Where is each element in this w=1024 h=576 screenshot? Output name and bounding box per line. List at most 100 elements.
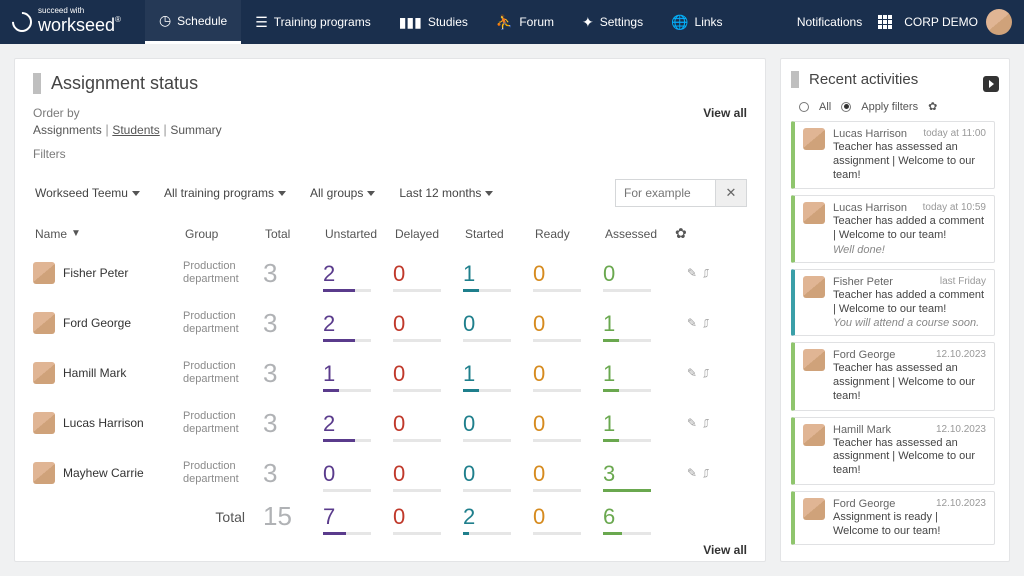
activity-message: Teacher has assessed an assignment | Wel… xyxy=(833,437,986,478)
orderby-students[interactable]: Students xyxy=(112,123,159,137)
row-actions[interactable]: ✎⎎ xyxy=(673,266,723,281)
col-group[interactable]: Group xyxy=(183,217,263,247)
brand-logo[interactable]: succeed with workseed® xyxy=(12,8,121,35)
nav-studies[interactable]: ▮▮▮Studies xyxy=(385,0,482,44)
stat-cell: 0 xyxy=(603,255,673,292)
total-label: Total xyxy=(183,509,263,525)
list-icon: ☰ xyxy=(255,14,268,31)
row-actions[interactable]: ✎⎎ xyxy=(673,416,723,431)
filter-period[interactable]: Last 12 months xyxy=(397,182,495,204)
table-row-name[interactable]: Fisher Peter xyxy=(33,248,183,298)
filter-apply-label: Apply filters xyxy=(861,101,918,113)
nav-links-label: Links xyxy=(695,15,723,29)
stat-cell: 3 xyxy=(603,455,673,492)
filter-owner[interactable]: Workseed Teemu xyxy=(33,182,142,204)
activity-message: Teacher has assessed an assignment | Wel… xyxy=(833,362,986,403)
nav-training-label: Training programs xyxy=(274,15,371,29)
activity-user: Lucas Harrison xyxy=(833,202,907,214)
search-input[interactable] xyxy=(615,179,715,207)
activity-item[interactable]: Hamill Mark12.10.2023 Teacher has assess… xyxy=(791,417,995,485)
user-menu[interactable]: CORP DEMO xyxy=(904,9,1012,35)
activity-avatar xyxy=(803,349,825,371)
activity-avatar xyxy=(803,128,825,150)
nav-training[interactable]: ☰ Training programs xyxy=(241,0,385,44)
activity-item[interactable]: Lucas Harrisontoday at 10:59 Teacher has… xyxy=(791,195,995,263)
globe-icon: 🌐 xyxy=(671,14,688,31)
activity-user: Hamill Mark xyxy=(833,424,891,436)
col-assessed[interactable]: Assessed xyxy=(603,217,673,247)
student-avatar xyxy=(33,312,55,334)
orderby-assignments[interactable]: Assignments xyxy=(33,123,102,137)
view-all-bottom[interactable]: View all xyxy=(33,543,747,557)
nav-schedule-label: Schedule xyxy=(177,14,227,28)
stat-cell: 2 xyxy=(463,498,533,535)
col-delayed[interactable]: Delayed xyxy=(393,217,463,247)
activity-item[interactable]: Ford George12.10.2023 Assignment is read… xyxy=(791,491,995,546)
expand-icon[interactable] xyxy=(983,76,999,92)
activity-message: Teacher has added a comment | Welcome to… xyxy=(833,215,986,243)
edit-icon: ✎ xyxy=(687,416,697,431)
notifications-button[interactable]: Notifications xyxy=(781,15,878,29)
clock-icon: ◷ xyxy=(159,12,171,29)
orderby-summary[interactable]: Summary xyxy=(170,123,221,137)
gear-icon[interactable]: ✿ xyxy=(928,100,937,113)
student-group: Productiondepartment xyxy=(183,310,263,336)
edit-icon: ✎ xyxy=(687,466,697,481)
search-clear-button[interactable]: ✕ xyxy=(715,179,747,207)
row-actions[interactable]: ✎⎎ xyxy=(673,366,723,381)
nav-settings[interactable]: ✦Settings xyxy=(568,0,657,44)
view-all-top[interactable]: View all xyxy=(703,106,747,120)
sort-arrow-down-icon: ▼ xyxy=(71,228,81,239)
brand-name: workseed xyxy=(38,15,115,35)
activity-user: Ford George xyxy=(833,349,895,361)
stat-cell: 1 xyxy=(603,305,673,342)
stat-cell: 1 xyxy=(463,255,533,292)
student-group: Productiondepartment xyxy=(183,360,263,386)
activity-user: Lucas Harrison xyxy=(833,128,907,140)
stat-cell: 0 xyxy=(393,255,463,292)
bars-icon: ▮▮▮ xyxy=(399,14,422,31)
filter-programs[interactable]: All training programs xyxy=(162,182,288,204)
table-row-name[interactable]: Mayhew Carrie xyxy=(33,448,183,498)
panel-title: Assignment status xyxy=(33,73,747,94)
recent-activities-panel: Recent activities All Apply filters ✿ Lu… xyxy=(780,58,1010,562)
nav-links[interactable]: 🌐 Links xyxy=(657,0,736,44)
activity-item[interactable]: Fisher Peterlast Friday Teacher has adde… xyxy=(791,269,995,337)
table-settings-button[interactable]: ✿ xyxy=(673,215,723,248)
gear-icon: ✿ xyxy=(675,225,687,242)
filter-all-radio[interactable] xyxy=(799,102,809,112)
user-name: CORP DEMO xyxy=(904,15,978,29)
stat-cell: 2 xyxy=(323,305,393,342)
table-row-name[interactable]: Hamill Mark xyxy=(33,348,183,398)
filter-groups[interactable]: All groups xyxy=(308,182,377,204)
nav-forum[interactable]: ⛹Forum xyxy=(482,0,568,44)
stat-cell: 0 xyxy=(463,305,533,342)
student-name: Mayhew Carrie xyxy=(63,466,144,480)
activity-item[interactable]: Ford George12.10.2023 Teacher has assess… xyxy=(791,342,995,410)
row-actions[interactable]: ✎⎎ xyxy=(673,316,723,331)
stat-cell: 0 xyxy=(533,355,603,392)
edit-icon: ✎ xyxy=(687,266,697,281)
stat-cell: 0 xyxy=(393,305,463,342)
stat-cell: 0 xyxy=(533,498,603,535)
col-total[interactable]: Total xyxy=(263,217,323,247)
activity-item[interactable]: Lucas Harrisontoday at 11:00 Teacher has… xyxy=(791,121,995,189)
student-group: Productiondepartment xyxy=(183,410,263,436)
nav-schedule[interactable]: ◷ Schedule xyxy=(145,0,241,44)
col-started[interactable]: Started xyxy=(463,217,533,247)
stat-cell: 0 xyxy=(533,455,603,492)
student-name: Ford George xyxy=(63,316,131,330)
col-unstarted[interactable]: Unstarted xyxy=(323,217,393,247)
table-row-name[interactable]: Ford George xyxy=(33,298,183,348)
activity-time: today at 11:00 xyxy=(923,128,986,140)
col-ready[interactable]: Ready xyxy=(533,217,603,247)
filter-apply-radio[interactable] xyxy=(841,102,851,112)
student-group: Productiondepartment xyxy=(183,260,263,286)
orderby-label: Order by xyxy=(33,106,222,120)
stat-cell: 2 xyxy=(323,405,393,442)
slider-icon: ⎎ xyxy=(703,266,709,281)
table-row-name[interactable]: Lucas Harrison xyxy=(33,398,183,448)
apps-grid-icon[interactable] xyxy=(878,15,892,29)
row-actions[interactable]: ✎⎎ xyxy=(673,466,723,481)
col-name[interactable]: Name ▼ xyxy=(33,217,183,247)
